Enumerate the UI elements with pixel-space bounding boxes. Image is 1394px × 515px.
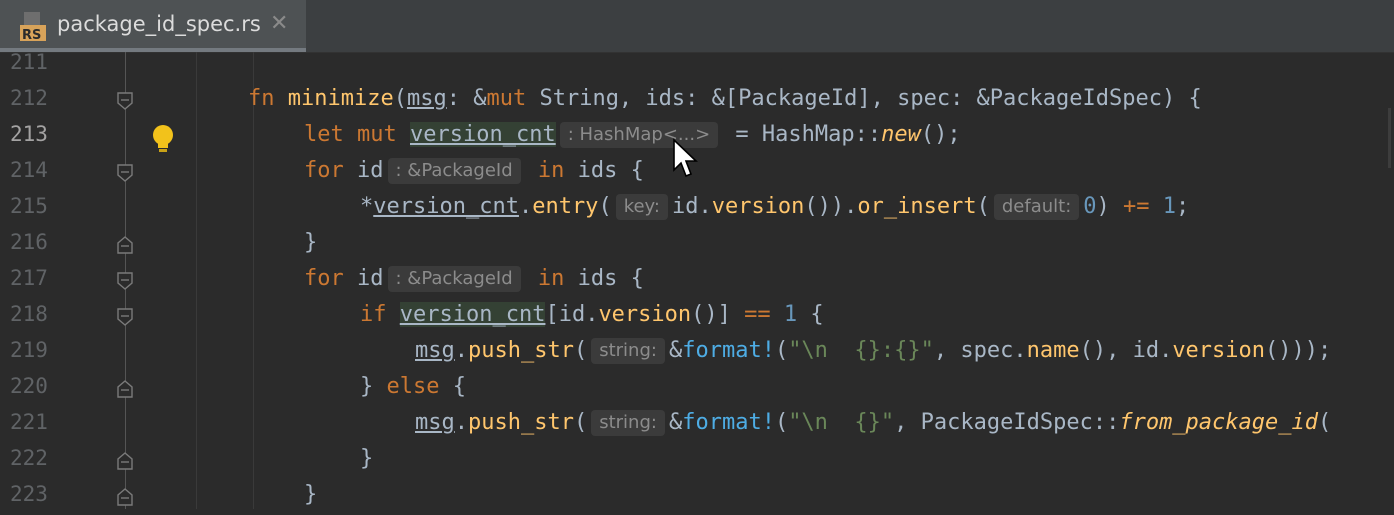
parameter-hint: key: <box>615 194 668 220</box>
code-text: msg.push_str(string: &format!("\n {}:{}",… <box>415 338 1332 364</box>
line-number: 214 <box>10 158 48 182</box>
code-text: } <box>304 230 318 255</box>
code-text: *version_cnt.entry(key: id.version()).or_… <box>360 194 1190 220</box>
lightbulb-icon[interactable] <box>150 124 176 154</box>
code-text: for id: &PackageId in ids { <box>304 266 644 292</box>
tab-package-id-spec[interactable]: RS package_id_spec.rs ✕ <box>0 0 306 52</box>
tab-label: package_id_spec.rs <box>57 12 261 36</box>
code-text: if version_cnt[id.version()] == 1 { <box>360 302 824 327</box>
code-text: for id: &PackageId in ids { <box>304 158 644 184</box>
editor-tab-bar: RS package_id_spec.rs ✕ <box>0 0 1394 53</box>
line-number: 212 <box>10 86 48 110</box>
code-line: 217 for id: &PackageId in ids { <box>0 263 1394 299</box>
code-line: 219 msg.push_str(string: &format!("\n {}:… <box>0 335 1394 371</box>
line-number: 211 <box>10 50 48 74</box>
mouse-pointer-icon <box>673 138 698 178</box>
close-icon[interactable]: ✕ <box>270 11 288 36</box>
fold-open-icon[interactable] <box>116 307 134 327</box>
line-number: 217 <box>10 266 48 290</box>
line-number: 219 <box>10 338 48 362</box>
code-line: 220 } else { <box>0 371 1394 407</box>
line-number: 222 <box>10 446 48 470</box>
parameter-hint: default: <box>993 194 1080 220</box>
code-text: } <box>360 446 374 471</box>
type-hint: : &PackageId <box>387 266 521 292</box>
parameter-hint: string: <box>591 410 665 436</box>
fold-open-icon[interactable] <box>116 163 134 183</box>
line-number: 216 <box>10 230 48 254</box>
fold-close-icon[interactable] <box>116 487 134 507</box>
line-number: 213 <box>10 122 48 146</box>
svg-text:RS: RS <box>22 28 41 43</box>
parameter-hint: string: <box>591 338 665 364</box>
code-line: 221 msg.push_str(string: &format!("\n {}"… <box>0 407 1394 443</box>
line-number: 220 <box>10 374 48 398</box>
line-number: 221 <box>10 410 48 434</box>
code-line: 215 *version_cnt.entry(key: id.version())… <box>0 191 1394 227</box>
line-number: 223 <box>10 482 48 506</box>
code-editor[interactable]: 211 212 fn minimize(msg: &mut String, id… <box>0 50 1394 509</box>
line-number: 218 <box>10 302 48 326</box>
type-hint: : &PackageId <box>387 158 521 184</box>
code-text: } <box>304 482 318 507</box>
code-line: 212 fn minimize(msg: &mut String, ids: &… <box>0 83 1394 119</box>
fold-open-icon[interactable] <box>116 91 134 111</box>
code-text: } else { <box>360 374 466 399</box>
code-line: 211 <box>0 47 1394 83</box>
code-line: 222 } <box>0 443 1394 479</box>
line-number: 215 <box>10 194 48 218</box>
code-line: 218 if version_cnt[id.version()] == 1 { <box>0 299 1394 335</box>
code-line: 223 } <box>0 479 1394 515</box>
code-text: let mut version_cnt: HashMap<...> = Hash… <box>304 122 961 148</box>
code-text: fn minimize(msg: &mut String, ids: &[Pac… <box>248 86 1202 111</box>
rust-file-icon: RS <box>20 12 46 43</box>
code-line: 216 } <box>0 227 1394 263</box>
fold-close-icon[interactable] <box>116 379 134 399</box>
fold-close-icon[interactable] <box>116 235 134 255</box>
fold-close-icon[interactable] <box>116 451 134 471</box>
fold-open-icon[interactable] <box>116 271 134 291</box>
code-text: msg.push_str(string: &format!("\n {}", Pa… <box>415 410 1332 436</box>
